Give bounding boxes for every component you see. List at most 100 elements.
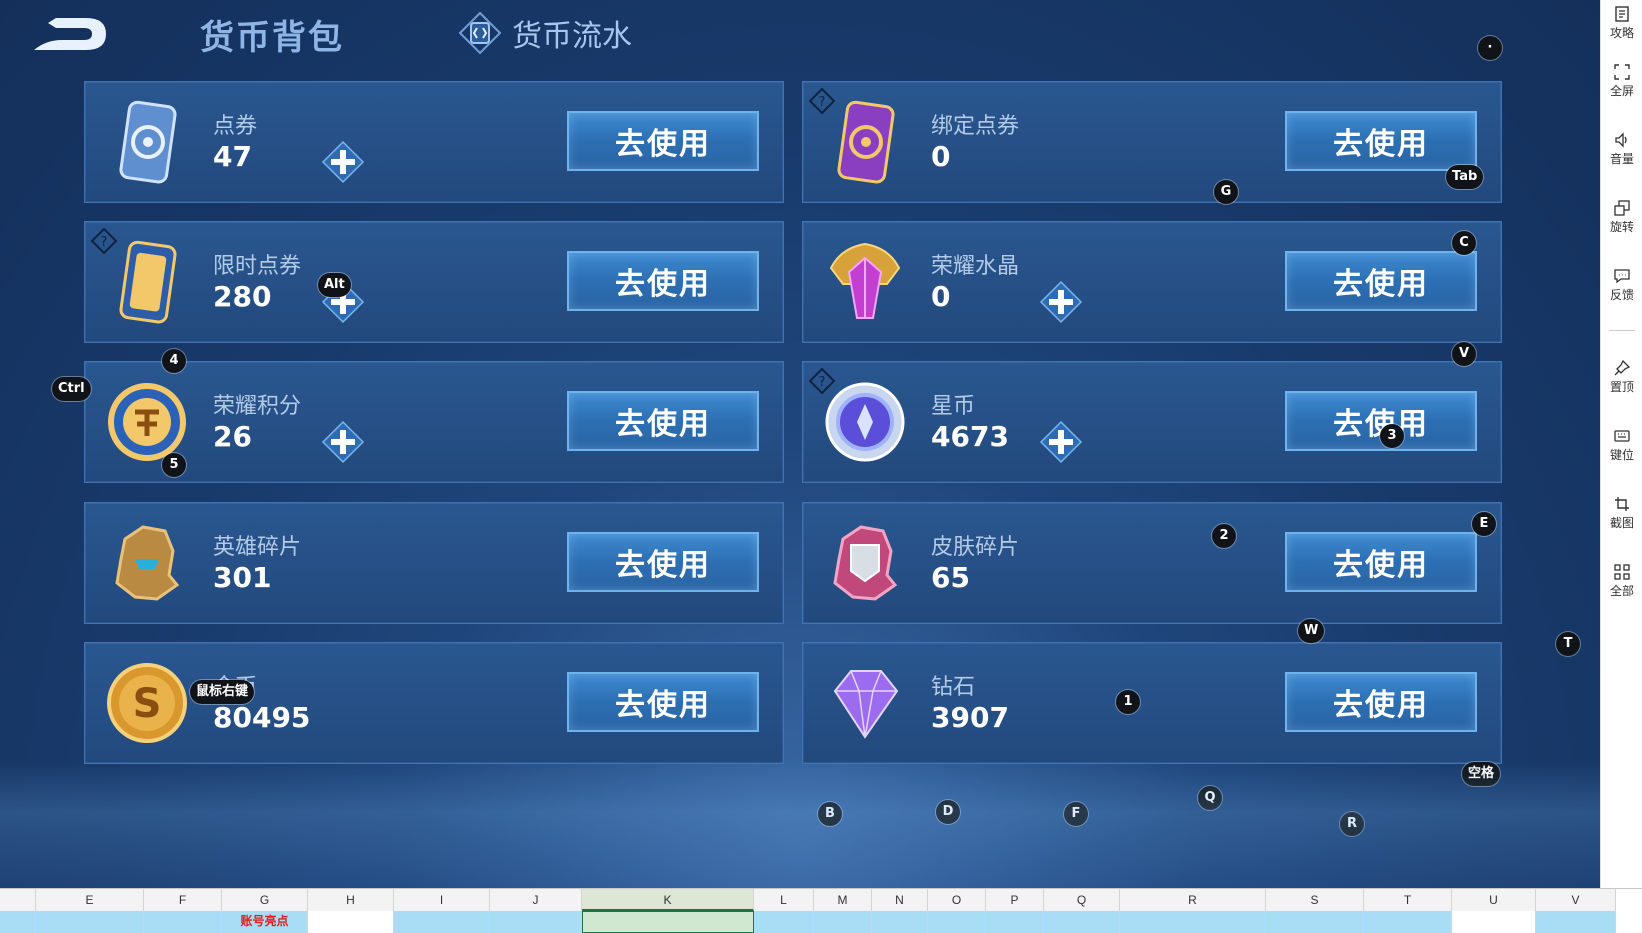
column-header[interactable]: L (754, 889, 814, 911)
spreadsheet-strip: E F G H I J K L M N O P Q R S T U V 账号亮点 (0, 888, 1642, 933)
back-button[interactable] (26, 10, 112, 56)
table-cell-selected[interactable] (582, 911, 754, 933)
sidebar-item-fullscreen[interactable]: 全屏 (1601, 58, 1642, 108)
sidebar-label: 攻略 (1609, 26, 1634, 40)
sidebar-item-keymap[interactable]: 键位 (1601, 422, 1642, 472)
use-button[interactable]: 去使用 (567, 672, 759, 732)
currency-amount: 301 (213, 561, 272, 594)
grid-icon (1614, 564, 1630, 580)
row-header[interactable] (0, 911, 36, 933)
sidebar-item-guide[interactable]: 攻略 (1601, 0, 1642, 50)
currency-card-coupon: 点券 47 去使用 (84, 81, 784, 203)
add-icon[interactable] (321, 420, 365, 464)
currency-name: 绑定点券 (931, 114, 1020, 139)
currency-name: 限时点券 (213, 254, 302, 279)
table-cell[interactable] (1266, 911, 1364, 933)
currency-name: 皮肤碎片 (931, 535, 1020, 560)
gold-coin-icon: S (107, 663, 187, 743)
currency-card-bound-coupon: ? 绑定点券 0 去使用 (802, 81, 1502, 203)
table-cell[interactable] (490, 911, 582, 933)
column-header[interactable]: U (1452, 889, 1536, 911)
table-cell[interactable] (1364, 911, 1452, 933)
table-cell[interactable]: 账号亮点 (222, 911, 308, 933)
column-header[interactable]: O (928, 889, 986, 911)
table-cell[interactable] (928, 911, 986, 933)
column-header[interactable]: E (36, 889, 144, 911)
key-hint-alt: Alt (318, 273, 351, 297)
add-icon[interactable] (1039, 280, 1083, 324)
pin-icon (1614, 360, 1630, 376)
back-arrow-icon (34, 18, 106, 50)
column-header[interactable]: R (1120, 889, 1266, 911)
key-hint-4: 4 (162, 349, 186, 373)
key-hint-space: 空格 (1462, 762, 1501, 786)
row-header-corner (0, 889, 36, 911)
sidebar-label: 音量 (1609, 152, 1634, 166)
sidebar-item-all[interactable]: 全部 (1601, 558, 1642, 608)
use-button[interactable]: 去使用 (567, 391, 759, 451)
fullscreen-icon (1614, 64, 1630, 80)
add-icon[interactable] (321, 140, 365, 184)
column-header-selected[interactable]: K (582, 889, 754, 911)
key-hint-dot: · (1478, 36, 1502, 60)
sidebar-item-rotate[interactable]: 旋转 (1601, 194, 1642, 244)
table-cell[interactable] (308, 911, 394, 933)
currency-amount: 4673 (931, 420, 1009, 453)
column-header[interactable]: T (1364, 889, 1452, 911)
add-icon[interactable] (1039, 420, 1083, 464)
currency-card-skin-fragment: 皮肤碎片 65 去使用 (802, 502, 1502, 624)
currency-amount: 47 (213, 140, 252, 173)
key-hint-g: G (1214, 180, 1238, 204)
tab-label: 货币流水 (512, 19, 632, 54)
column-header[interactable]: J (490, 889, 582, 911)
table-cell[interactable] (754, 911, 814, 933)
column-header[interactable]: I (394, 889, 490, 911)
sidebar-item-feedback[interactable]: 反馈 (1601, 262, 1642, 312)
table-cell[interactable] (814, 911, 872, 933)
sidebar-label: 全部 (1609, 584, 1634, 598)
use-button[interactable]: 去使用 (1285, 111, 1477, 171)
sidebar-item-screenshot[interactable]: 截图 (1601, 490, 1642, 540)
currency-amount: 80495 (213, 701, 311, 734)
column-header[interactable]: F (144, 889, 222, 911)
use-button[interactable]: 去使用 (1285, 672, 1477, 732)
page-title: 货币背包 (200, 18, 344, 58)
column-header[interactable]: P (986, 889, 1044, 911)
use-button[interactable]: 去使用 (1285, 532, 1477, 592)
use-button[interactable]: 去使用 (567, 251, 759, 311)
crop-icon (1615, 497, 1629, 511)
table-cell[interactable] (1120, 911, 1266, 933)
star-coin-icon (825, 382, 905, 462)
bound-coupon-icon (837, 100, 895, 184)
flow-icon (458, 11, 502, 55)
sidebar-item-pin[interactable]: 置顶 (1601, 354, 1642, 404)
table-cell[interactable] (1452, 911, 1536, 933)
use-button[interactable]: 去使用 (567, 111, 759, 171)
column-header[interactable]: S (1266, 889, 1364, 911)
table-cell[interactable] (36, 911, 144, 933)
currency-amount: 3907 (931, 701, 1009, 734)
column-header[interactable]: V (1536, 889, 1616, 911)
currency-card-gold-coin: S 金币 80495 去使用 (84, 642, 784, 764)
table-cell[interactable] (1536, 911, 1616, 933)
table-cell[interactable] (144, 911, 222, 933)
volume-icon (1615, 132, 1627, 148)
column-header[interactable]: Q (1044, 889, 1120, 911)
rotate-icon (1614, 200, 1630, 216)
currency-name: 钻石 (931, 675, 976, 700)
table-cell[interactable] (986, 911, 1044, 933)
column-header[interactable]: G (222, 889, 308, 911)
currency-card-diamond: 钻石 3907 去使用 (802, 642, 1502, 764)
use-button[interactable]: 去使用 (567, 532, 759, 592)
column-header[interactable]: H (308, 889, 394, 911)
sidebar-label: 旋转 (1609, 220, 1634, 234)
sidebar-item-volume[interactable]: 音量 (1601, 126, 1642, 176)
tab-currency-flow[interactable]: 货币流水 (458, 10, 632, 56)
column-header[interactable]: M (814, 889, 872, 911)
keyboard-icon (1614, 430, 1630, 442)
column-header[interactable]: N (872, 889, 928, 911)
use-button[interactable]: 去使用 (1285, 251, 1477, 311)
table-cell[interactable] (872, 911, 928, 933)
table-cell[interactable] (1044, 911, 1120, 933)
table-cell[interactable] (394, 911, 490, 933)
